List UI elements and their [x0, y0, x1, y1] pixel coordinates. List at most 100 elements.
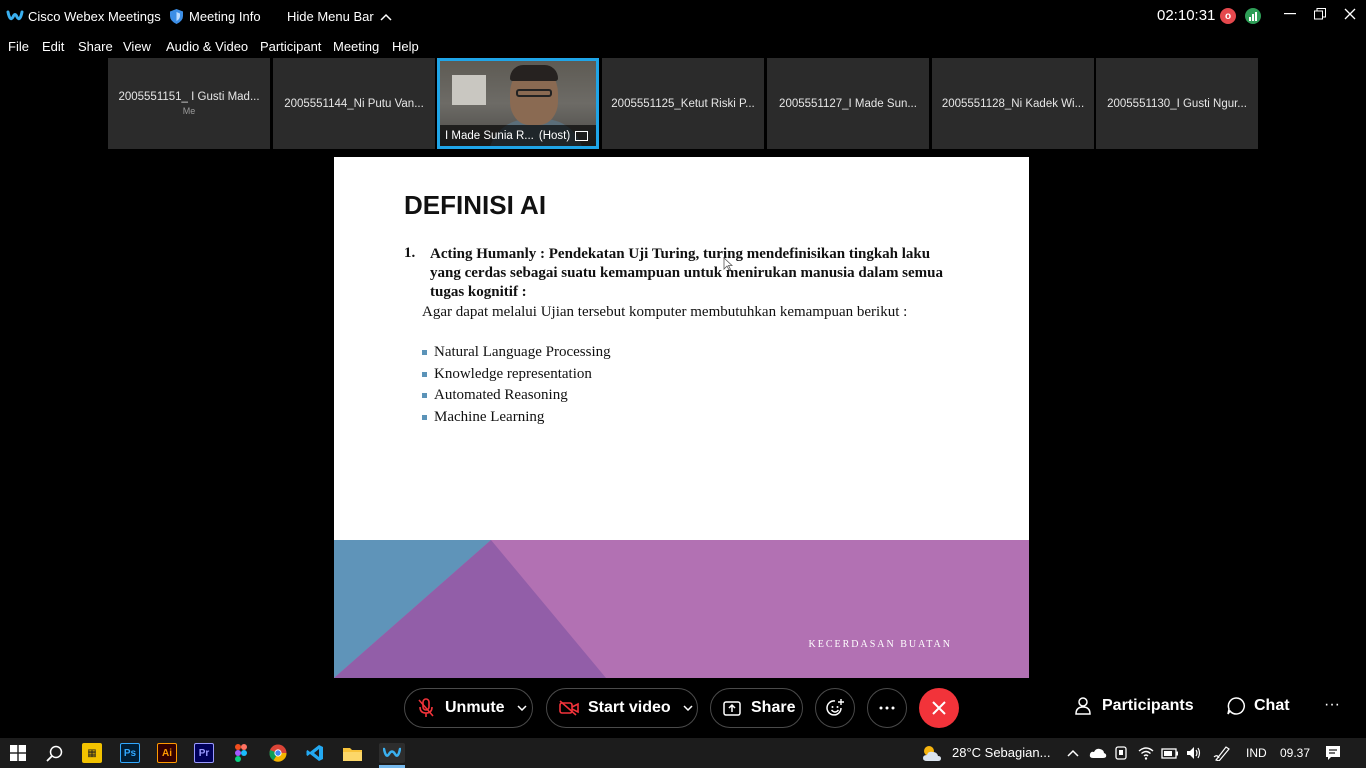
more-options-button[interactable]: [867, 688, 907, 728]
vscode-icon[interactable]: [305, 743, 325, 763]
sharing-icon: [575, 130, 589, 141]
bullet-icon: [422, 393, 427, 399]
slide-bold-text: Acting Humanly : Pendekatan Uji Turing, …: [430, 246, 944, 300]
unmute-button[interactable]: Unmute: [404, 688, 533, 728]
menu-view[interactable]: View: [123, 39, 151, 54]
close-icon[interactable]: [1338, 4, 1362, 24]
pen-icon[interactable]: [1213, 745, 1231, 761]
start-video-label: Start video: [588, 699, 671, 716]
participant-me-label: Me: [182, 106, 196, 116]
app-title: Cisco Webex Meetings: [28, 9, 161, 24]
participant-tile[interactable]: 2005551127_I Made Sun...: [767, 58, 929, 149]
menu-audio-video[interactable]: Audio & Video: [166, 39, 248, 54]
device-icon[interactable]: [1114, 746, 1128, 760]
menu-help[interactable]: Help: [392, 39, 419, 54]
network-stats-icon[interactable]: [1245, 8, 1261, 24]
bullet-text: Automated Reasoning: [434, 387, 568, 404]
meeting-controls: Unmute Start video Share Participants Ch…: [0, 678, 1366, 738]
host-label: I Made Sunia R... (Host): [440, 125, 596, 146]
restore-icon[interactable]: [1308, 4, 1332, 24]
participants-icon: [1075, 697, 1091, 715]
store-icon[interactable]: ▦: [82, 743, 102, 763]
menu-meeting[interactable]: Meeting: [333, 39, 379, 54]
figma-icon[interactable]: [231, 743, 251, 763]
participant-name: 2005551127_I Made Sun...: [779, 97, 917, 110]
participants-button[interactable]: Participants: [1074, 696, 1194, 716]
bullet-text: Machine Learning: [434, 408, 545, 425]
menu-share[interactable]: Share: [78, 39, 113, 54]
webex-taskbar-icon[interactable]: [379, 743, 405, 763]
bullet-item: Automated Reasoning: [422, 385, 611, 407]
language-indicator[interactable]: IND: [1246, 746, 1267, 760]
share-button[interactable]: Share: [710, 688, 803, 728]
bullet-text: Knowledge representation: [434, 365, 592, 382]
chat-icon: [1227, 697, 1245, 715]
slide-footer-text: KECERDASAN BUATAN: [808, 639, 952, 650]
minimize-icon[interactable]: [1278, 4, 1302, 24]
file-explorer-icon[interactable]: [342, 743, 362, 763]
taskbar-clock[interactable]: 09.37: [1280, 746, 1310, 760]
bullet-icon: [422, 414, 427, 420]
battery-icon[interactable]: [1161, 747, 1179, 759]
leave-meeting-button[interactable]: [919, 688, 959, 728]
participant-name: I Made Sunia R...: [445, 129, 534, 142]
slide-bullet-list: Natural Language Processing Knowledge re…: [422, 342, 611, 428]
chevron-up-icon[interactable]: [1067, 749, 1079, 757]
webex-logo-icon: [6, 10, 24, 21]
host-hair: [510, 65, 558, 81]
participant-tile[interactable]: 2005551125_Ketut Riski P...: [602, 58, 764, 149]
shield-icon[interactable]: [170, 9, 183, 24]
participant-name: 2005551151_ I Gusti Mad...: [118, 91, 260, 103]
menu-file[interactable]: File: [8, 39, 29, 54]
participant-tile[interactable]: 2005551144_Ni Putu Van...: [273, 58, 435, 149]
hide-menu-bar-button[interactable]: Hide Menu Bar: [287, 9, 392, 24]
participant-tile[interactable]: 2005551151_ I Gusti Mad... Me: [108, 58, 270, 149]
participant-name: 2005551144_Ni Putu Van...: [284, 97, 424, 110]
reactions-button[interactable]: [815, 688, 855, 728]
chat-button[interactable]: Chat: [1226, 696, 1290, 716]
bullet-item: Knowledge representation: [422, 364, 611, 386]
share-label: Share: [751, 699, 796, 716]
chat-label: Chat: [1254, 697, 1290, 714]
meeting-timer: 02:10:31: [1157, 7, 1216, 24]
photoshop-icon[interactable]: Ps: [120, 743, 140, 763]
bullet-icon: [422, 371, 427, 377]
notifications-icon[interactable]: [1325, 745, 1341, 761]
host-video-tile[interactable]: I Made Sunia R... (Host): [437, 58, 599, 149]
cloud-icon[interactable]: [1089, 747, 1107, 759]
weather-text[interactable]: 28°C Sebagian...: [952, 745, 1050, 760]
search-icon[interactable]: [46, 745, 63, 762]
illustrator-icon[interactable]: Ai: [157, 743, 177, 763]
hide-menu-bar-label: Hide Menu Bar: [287, 9, 374, 24]
volume-icon[interactable]: [1186, 746, 1202, 760]
bullet-item: Machine Learning: [422, 407, 611, 429]
menu-edit[interactable]: Edit: [42, 39, 64, 54]
weather-icon[interactable]: [921, 743, 943, 763]
share-icon: [723, 701, 741, 716]
chevron-down-icon[interactable]: [683, 705, 693, 711]
host-role: (Host): [538, 129, 571, 142]
panel-options-button[interactable]: ···: [1324, 696, 1340, 714]
participant-tile[interactable]: 2005551128_Ni Kadek Wi...: [932, 58, 1094, 149]
participant-name: 2005551128_Ni Kadek Wi...: [941, 97, 1085, 110]
participants-label: Participants: [1102, 697, 1194, 714]
chevron-down-icon[interactable]: [517, 705, 527, 711]
panel-options-label: ···: [1324, 696, 1340, 713]
participant-tile[interactable]: 2005551130_I Gusti Ngur...: [1096, 58, 1258, 149]
windows-start-icon[interactable]: [10, 745, 26, 761]
wifi-icon[interactable]: [1138, 746, 1154, 760]
premiere-icon[interactable]: Pr: [194, 743, 214, 763]
close-icon: [932, 701, 946, 715]
video-off-icon: [559, 700, 579, 716]
chrome-icon[interactable]: [268, 743, 288, 763]
slide-footer-decoration: [334, 540, 1029, 678]
start-video-button[interactable]: Start video: [546, 688, 698, 728]
menu-participant[interactable]: Participant: [260, 39, 321, 54]
slide-list-number: 1.: [404, 245, 416, 261]
participant-name: 2005551130_I Gusti Ngur...: [1107, 97, 1247, 110]
background-window: [452, 75, 486, 105]
recording-icon[interactable]: o: [1220, 8, 1236, 24]
windows-taskbar: ▦ Ps Ai Pr 28°C Sebagian... IND 09.37: [0, 738, 1366, 768]
meeting-info-button[interactable]: Meeting Info: [189, 9, 261, 24]
bullet-icon: [422, 350, 427, 356]
